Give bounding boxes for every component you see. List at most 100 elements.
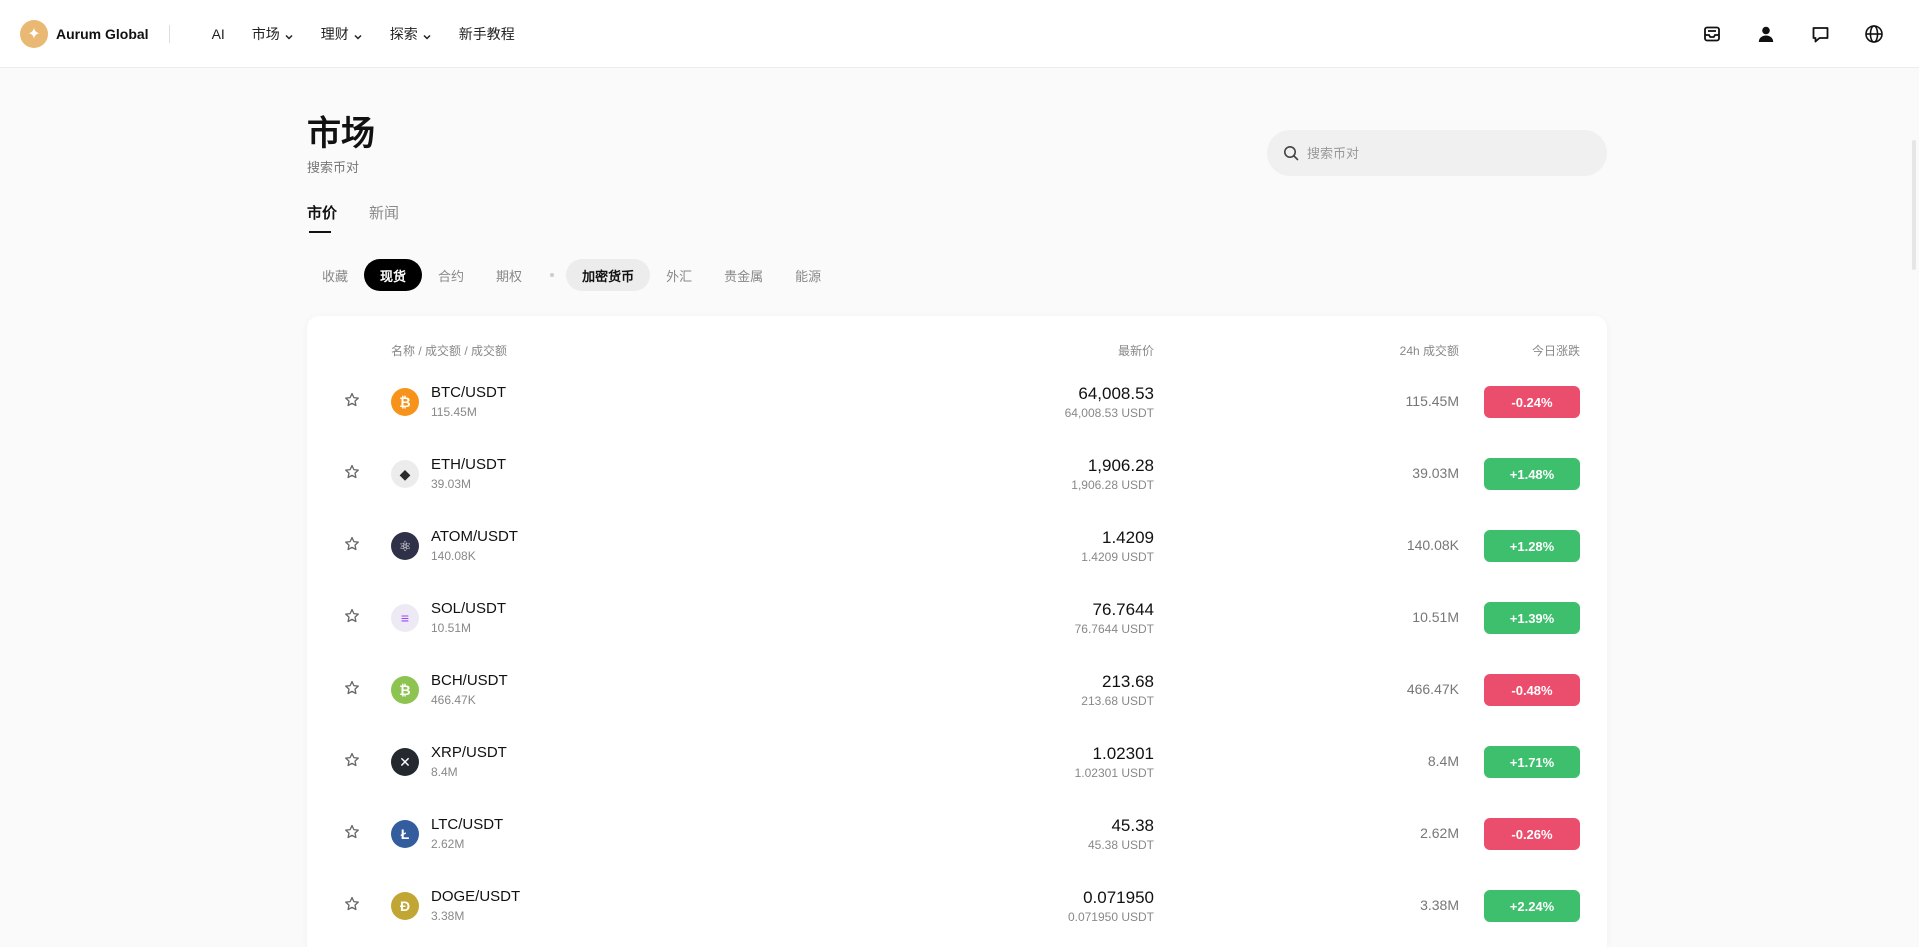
star-icon[interactable] [344, 824, 362, 842]
last-price: 213.68 [1102, 672, 1154, 691]
change-badge: +1.28% [1484, 530, 1580, 562]
column-header-change[interactable]: 今日涨跌 [1532, 342, 1580, 359]
nav-item[interactable]: 探索 [390, 24, 432, 44]
star-icon[interactable] [344, 464, 362, 482]
nav-item[interactable]: 新手教程 [459, 24, 515, 44]
filter-pill[interactable]: 加密货币 [566, 259, 651, 291]
last-price-usdt: 0.071950 USDT [1067, 910, 1154, 924]
coin-icon: ◆ [391, 460, 419, 488]
pair-volume: 3.38M [431, 909, 465, 923]
globe-icon[interactable] [1863, 23, 1885, 45]
page-scrollbar[interactable] [1907, 68, 1919, 947]
filter-pill[interactable]: 收藏 [307, 259, 364, 291]
pair-name: SOL/USDT [431, 600, 507, 617]
column-header-name: 名称 / 成交额 / 成交额 [391, 344, 508, 358]
change-badge: -0.26% [1484, 818, 1580, 850]
nav-item-label: 探索 [389, 25, 418, 42]
brand-divider [168, 24, 170, 43]
coin-icon: ≡ [391, 604, 419, 632]
last-price: 1.4209 [1102, 528, 1154, 547]
last-price: 0.071950 [1083, 888, 1154, 907]
column-header-volume[interactable]: 24h 成交额 [1400, 342, 1459, 359]
pair-name: BTC/USDT [431, 384, 506, 401]
table-row[interactable]: ⚛ ATOM/USDT 140.08K 1.4209 1.4209 USDT 140.08… [307, 510, 1607, 582]
chat-icon[interactable] [1809, 23, 1831, 45]
volume-24h: 8.4M [1427, 753, 1459, 769]
volume-24h: 3.38M [1420, 897, 1459, 913]
filter-pill[interactable]: 能源 [779, 259, 837, 291]
nav-item-label: 新手教程 [458, 25, 515, 42]
change-badge: +1.48% [1484, 458, 1580, 490]
header-actions [1669, 0, 1919, 68]
filter-pill[interactable]: 期权 [480, 259, 538, 291]
coin-icon: ✕ [391, 748, 419, 776]
scrollbar-thumb[interactable] [1912, 140, 1916, 270]
filter-pill[interactable]: 外汇 [650, 259, 708, 291]
pair-name: DOGE/USDT [431, 888, 521, 905]
volume-24h: 39.03M [1412, 465, 1459, 481]
table-row[interactable]: ✕ XRP/USDT 8.4M 1.02301 1.02301 USDT 8.4M +1.7… [307, 726, 1607, 798]
volume-24h: 10.51M [1412, 609, 1459, 625]
nav-item-label: AI [211, 25, 225, 42]
brand-logo-icon: ✦ [20, 19, 48, 48]
nav-item[interactable]: 市场 [252, 24, 294, 44]
change-badge: +1.39% [1484, 602, 1580, 634]
search-box[interactable] [1267, 130, 1607, 176]
nav-item[interactable]: AI [212, 26, 225, 42]
last-price: 64,008.53 [1078, 384, 1154, 403]
filter-pill[interactable]: 合约 [422, 259, 480, 291]
pair-name: XRP/USDT [431, 744, 507, 761]
coin-icon: Ð [391, 892, 419, 920]
last-price: 45.38 [1111, 816, 1154, 835]
table-header: 名称 / 成交额 / 成交额 最新价 24h 成交额 今日涨跌 [307, 316, 1607, 366]
table-row[interactable]: ₿ BTC/USDT 115.45M 64,008.53 64,008.53 USDT 1… [307, 366, 1607, 438]
change-badge: -0.48% [1484, 674, 1580, 706]
market-table: 名称 / 成交额 / 成交额 最新价 24h 成交额 今日涨跌 ₿ BTC/USD… [307, 316, 1607, 947]
star-icon[interactable] [344, 680, 362, 698]
table-row[interactable]: Ł LTC/USDT 2.62M 45.38 45.38 USDT 2.62M -0.26% [307, 798, 1607, 870]
change-badge: -0.24% [1484, 386, 1580, 418]
table-row[interactable]: ≡ SOL/USDT 10.51M 76.7644 76.7644 USDT 10.51M… [307, 582, 1607, 654]
volume-24h: 140.08K [1406, 537, 1459, 553]
star-icon[interactable] [344, 752, 362, 770]
table-row[interactable]: ₿ BCH/USDT 466.47K 213.68 213.68 USDT 466.47K… [307, 654, 1607, 726]
chevron-down-icon [353, 29, 363, 40]
pair-volume: 8.4M [431, 765, 458, 779]
column-header-price[interactable]: 最新价 [1118, 342, 1154, 359]
last-price-usdt: 64,008.53 USDT [1064, 406, 1154, 420]
market-filters: 收藏 现货 合约 期权 加密货币 外汇 贵金属 能源 [307, 259, 837, 291]
filter-pill[interactable]: 现货 [364, 259, 423, 291]
volume-24h: 115.45M [1405, 393, 1459, 409]
filter-pill[interactable]: 贵金属 [708, 259, 779, 291]
last-price-usdt: 213.68 USDT [1081, 694, 1154, 708]
last-price-usdt: 45.38 USDT [1087, 838, 1154, 852]
main-nav: AI 市场 理财 探索 新手教程 [212, 24, 542, 44]
search-input[interactable] [1307, 145, 1587, 161]
last-price: 76.7644 [1092, 600, 1154, 619]
main-tab[interactable]: 市价 [307, 202, 337, 233]
pair-volume: 10.51M [431, 621, 472, 635]
star-icon[interactable] [344, 896, 362, 914]
top-navbar: ✦ Aurum Global AI 市场 理财 探索 新手教程 [0, 0, 1919, 68]
coin-icon: Ł [391, 820, 419, 848]
pair-name: BCH/USDT [431, 672, 508, 689]
search-icon [1283, 144, 1301, 162]
table-row[interactable]: Ð DOGE/USDT 3.38M 0.071950 0.071950 USDT 3.38… [307, 870, 1607, 942]
chevron-down-icon [422, 29, 432, 40]
star-icon[interactable] [344, 536, 362, 554]
coin-icon: ⚛ [391, 532, 419, 560]
nav-item[interactable]: 理财 [321, 24, 363, 44]
nav-item-label: 理财 [320, 25, 349, 42]
user-icon[interactable] [1755, 23, 1777, 45]
brand[interactable]: ✦ Aurum Global [20, 19, 149, 48]
coin-icon: ₿ [391, 388, 419, 416]
star-icon[interactable] [344, 608, 362, 626]
last-price: 1,906.28 [1087, 456, 1154, 475]
pair-volume: 2.62M [431, 837, 465, 851]
inbox-icon[interactable] [1701, 23, 1723, 45]
star-icon[interactable] [344, 392, 362, 410]
pair-volume: 140.08K [431, 549, 476, 563]
main-tab[interactable]: 新闻 [369, 202, 399, 233]
table-row[interactable]: ◆ ETH/USDT 39.03M 1,906.28 1,906.28 USDT 39.0… [307, 438, 1607, 510]
change-badge: +1.71% [1484, 746, 1580, 778]
